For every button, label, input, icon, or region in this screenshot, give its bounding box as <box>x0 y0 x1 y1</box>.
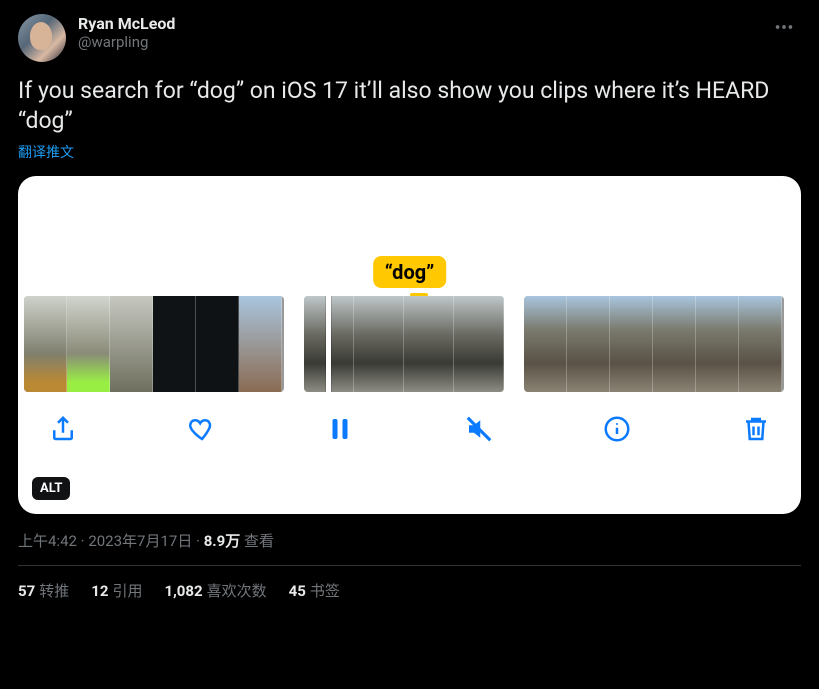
caption-bubble: “dog” <box>373 256 447 288</box>
bookmarks-stat[interactable]: 45书签 <box>289 580 340 601</box>
heart-icon <box>187 414 217 444</box>
quotes-stat[interactable]: 12引用 <box>91 580 142 601</box>
media-top-area: “dog” <box>18 176 801 296</box>
translate-link[interactable]: 翻译推文 <box>18 142 74 162</box>
media-card[interactable]: “dog” <box>18 176 801 514</box>
tweet-time[interactable]: 上午4:42 <box>18 532 77 550</box>
likes-stat[interactable]: 1,082喜欢次数 <box>164 580 266 601</box>
delete-button[interactable] <box>741 414 771 444</box>
speaker-muted-icon <box>464 414 494 444</box>
tweet-text: If you search for “dog” on iOS 17 it’ll … <box>18 76 801 136</box>
clip-thumbnail[interactable] <box>24 296 284 392</box>
clip-thumbnail[interactable] <box>524 296 784 392</box>
info-button[interactable] <box>602 414 632 444</box>
like-button[interactable] <box>187 414 217 444</box>
tweet-date[interactable]: 2023年7月17日 <box>88 532 192 550</box>
author-handle: @warpling <box>78 33 767 51</box>
view-label: 查看 <box>240 532 274 550</box>
tweet-meta: 上午4:42 · 2023年7月17日 · 8.9万 查看 <box>18 530 801 551</box>
tweet-container: Ryan McLeod @warpling If you search for … <box>0 0 819 611</box>
more-button[interactable] <box>767 14 801 44</box>
filmstrip <box>18 296 801 392</box>
trash-icon <box>741 414 771 444</box>
share-icon <box>48 414 78 444</box>
alt-badge[interactable]: ALT <box>32 477 70 500</box>
divider <box>18 565 801 566</box>
avatar[interactable] <box>18 14 66 62</box>
mute-button[interactable] <box>464 414 494 444</box>
ellipsis-icon <box>773 16 795 38</box>
media-toolbar <box>18 392 801 462</box>
clip-thumbnail[interactable] <box>304 296 504 392</box>
stats-row: 57转推 12引用 1,082喜欢次数 45书签 <box>18 580 801 601</box>
tweet-header: Ryan McLeod @warpling <box>18 14 801 62</box>
pause-icon <box>325 414 355 444</box>
pause-button[interactable] <box>325 414 355 444</box>
info-icon <box>602 414 632 444</box>
retweets-stat[interactable]: 57转推 <box>18 580 69 601</box>
view-count: 8.9万 <box>204 532 241 550</box>
author-names[interactable]: Ryan McLeod @warpling <box>78 14 767 51</box>
share-button[interactable] <box>48 414 78 444</box>
author-display-name: Ryan McLeod <box>78 14 767 33</box>
playhead[interactable] <box>326 296 331 392</box>
